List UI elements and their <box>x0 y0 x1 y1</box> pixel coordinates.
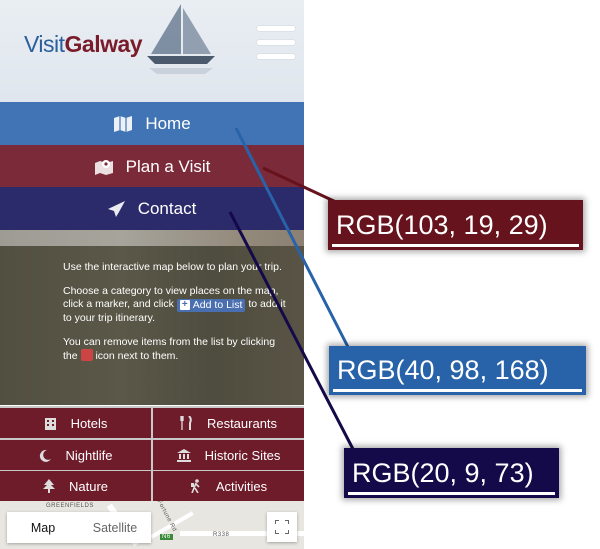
sailboat-logo-icon <box>147 4 215 74</box>
category-nightlife[interactable]: Nightlife <box>0 440 151 470</box>
annotation-home-color: RGB(40, 98, 168) <box>329 346 586 395</box>
bank-icon <box>176 448 191 462</box>
nav-label-plan: Plan a Visit <box>125 156 211 176</box>
fullscreen-button[interactable] <box>267 512 297 542</box>
category-grid: Hotels Restaurants Nightlife Historic Si… <box>0 406 304 501</box>
map-road-badge: N6 <box>160 534 173 540</box>
instructions-para-1: Use the interactive map below to plan yo… <box>63 261 282 273</box>
instructions-para-2: Choose a category to view places on the … <box>63 285 286 324</box>
nav-label-contact: Contact <box>137 198 197 218</box>
plus-icon: + <box>179 300 190 310</box>
category-restaurants[interactable]: Restaurants <box>153 408 304 438</box>
nav-item-plan-a-visit[interactable]: Plan a Visit <box>0 145 304 188</box>
interactive-map[interactable]: GREENFIELDS Fortune Rd N6 R338 Map Satel… <box>0 501 304 549</box>
annotation-plan-color: RGB(103, 19, 29) <box>328 200 583 250</box>
logo-visit: Visit <box>24 31 65 57</box>
map-book-icon <box>113 115 133 132</box>
moon-icon <box>39 449 52 462</box>
annotation-contact-color: RGB(20, 9, 73) <box>344 448 559 498</box>
tree-icon <box>42 479 55 493</box>
nav-item-contact[interactable]: Contact <box>0 187 304 230</box>
menu-hamburger-icon[interactable] <box>257 26 295 60</box>
cutlery-icon <box>180 416 193 430</box>
satellite-view-button[interactable]: Satellite <box>79 512 151 543</box>
category-nature[interactable]: Nature <box>0 471 151 501</box>
add-to-list-chip: + Add to List <box>176 298 246 312</box>
fullscreen-icon <box>275 520 289 534</box>
logo-galway: Galway <box>64 31 143 57</box>
instructions-text: Use the interactive map below to plan yo… <box>63 261 288 374</box>
phone-screen: VisitGalway Home Plan a Visit Contact Us… <box>0 0 304 549</box>
site-header: VisitGalway <box>0 0 304 102</box>
site-logo[interactable]: VisitGalway <box>24 31 143 58</box>
map-view-button[interactable]: Map <box>7 512 79 543</box>
map-place-label: GREENFIELDS <box>46 503 94 509</box>
building-icon <box>44 417 57 430</box>
trash-icon <box>80 348 93 361</box>
instructions-para-3: You can remove items from the list by cl… <box>63 335 276 362</box>
nav-label-home: Home <box>145 113 191 133</box>
map-type-toggle: Map Satellite <box>7 512 151 543</box>
category-activities[interactable]: Activities <box>153 471 304 501</box>
map-road-label: R338 <box>213 532 230 538</box>
map-marker-icon <box>94 159 114 175</box>
hiking-icon <box>190 479 202 493</box>
hero-instructions: Use the interactive map below to plan yo… <box>0 230 304 405</box>
nav-item-home[interactable]: Home <box>0 102 304 145</box>
paper-plane-icon <box>107 200 126 217</box>
category-historic-sites[interactable]: Historic Sites <box>153 440 304 470</box>
category-hotels[interactable]: Hotels <box>0 408 151 438</box>
